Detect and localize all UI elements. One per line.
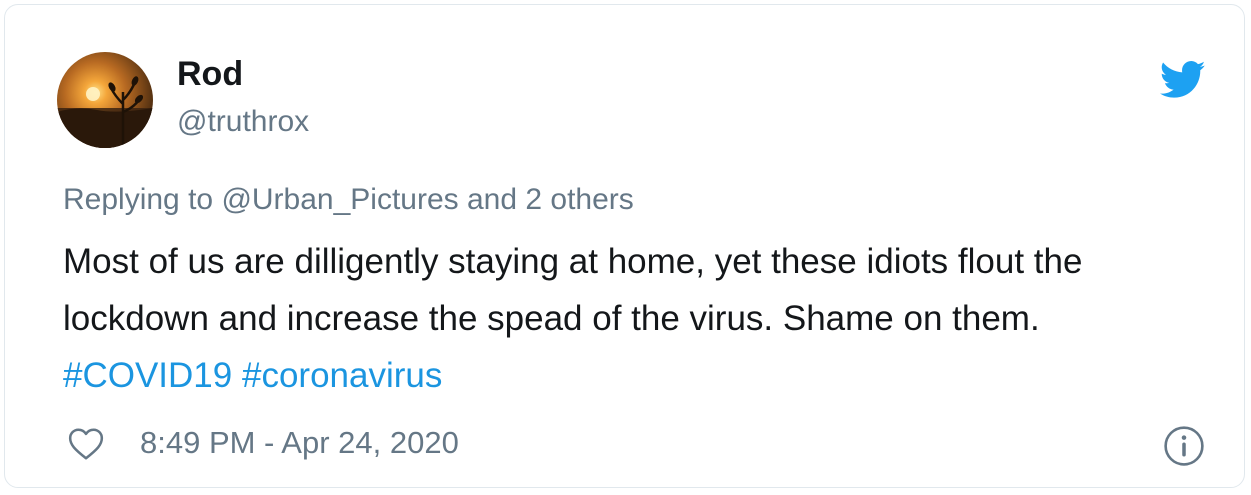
avatar[interactable]: [57, 52, 153, 148]
twitter-bird-icon[interactable]: [1160, 60, 1206, 100]
reply-prefix: Replying to: [63, 183, 222, 216]
hashtag-coronavirus[interactable]: #coronavirus: [242, 356, 442, 395]
avatar-image: [57, 76, 153, 148]
tweet-card[interactable]: Rod @truthrox Replying to @Urban_Picture…: [4, 4, 1245, 488]
display-name[interactable]: Rod: [177, 55, 243, 94]
reply-to-mention[interactable]: @Urban_Pictures: [221, 183, 458, 216]
replying-to-line: Replying to @Urban_Pictures and 2 others: [63, 183, 634, 217]
tweet-text: Most of us are dilligently staying at ho…: [63, 233, 1213, 404]
tweet-body: Most of us are dilligently staying at ho…: [63, 242, 1083, 338]
tweet-timestamp[interactable]: 8:49 PM - Apr 24, 2020: [140, 425, 459, 461]
hashtag-covid19[interactable]: #COVID19: [63, 356, 232, 395]
user-handle[interactable]: @truthrox: [177, 105, 309, 139]
reply-others[interactable]: and 2 others: [459, 183, 634, 216]
heart-icon[interactable]: [67, 425, 105, 463]
info-icon[interactable]: [1163, 425, 1205, 467]
hashtag-separator: [232, 356, 242, 395]
